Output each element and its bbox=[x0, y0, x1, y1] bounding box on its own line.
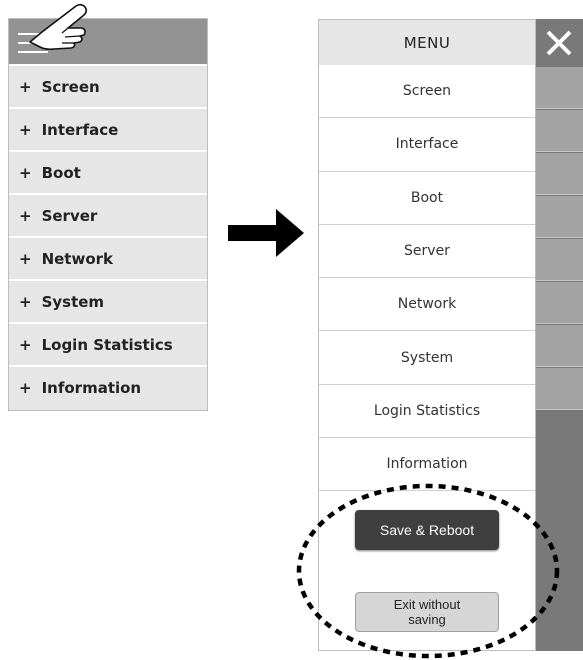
menu-item-system[interactable]: System bbox=[319, 331, 535, 385]
left-item-screen[interactable]: + Screen bbox=[9, 64, 207, 107]
menu-item-network[interactable]: Network bbox=[319, 278, 535, 332]
left-item-login-statistics[interactable]: + Login Statistics bbox=[9, 322, 207, 365]
menu-item-boot[interactable]: Boot bbox=[319, 171, 535, 225]
left-item-information[interactable]: + Information bbox=[9, 365, 207, 408]
left-item-system[interactable]: + System bbox=[9, 279, 207, 322]
right-arrow-icon bbox=[228, 209, 304, 257]
left-item-interface[interactable]: + Interface bbox=[9, 107, 207, 150]
collapsed-menu-panel: + Screen + Interface + Boot + Server + Networ… bbox=[8, 18, 208, 411]
left-item-boot[interactable]: + Boot bbox=[9, 150, 207, 193]
menu-item-login-statistics[interactable]: Login Statistics bbox=[319, 384, 535, 439]
collapsed-menu-list: + Screen + Interface + Boot + Server + Networ… bbox=[9, 64, 207, 408]
menu-item-server[interactable]: Server bbox=[319, 224, 535, 279]
expanded-menu-list: Screen Interface Boot Server Network Sys… bbox=[319, 65, 535, 492]
left-item-network[interactable]: + Network bbox=[9, 236, 207, 279]
menu-item-screen[interactable]: Screen bbox=[319, 65, 535, 119]
highlight-ellipse bbox=[296, 483, 560, 659]
pointing-hand-icon bbox=[29, 3, 88, 51]
menu-item-interface[interactable]: Interface bbox=[319, 118, 535, 172]
left-item-server[interactable]: + Server bbox=[9, 193, 207, 236]
menu-title: MENU bbox=[319, 20, 535, 65]
close-icon[interactable] bbox=[535, 19, 583, 67]
